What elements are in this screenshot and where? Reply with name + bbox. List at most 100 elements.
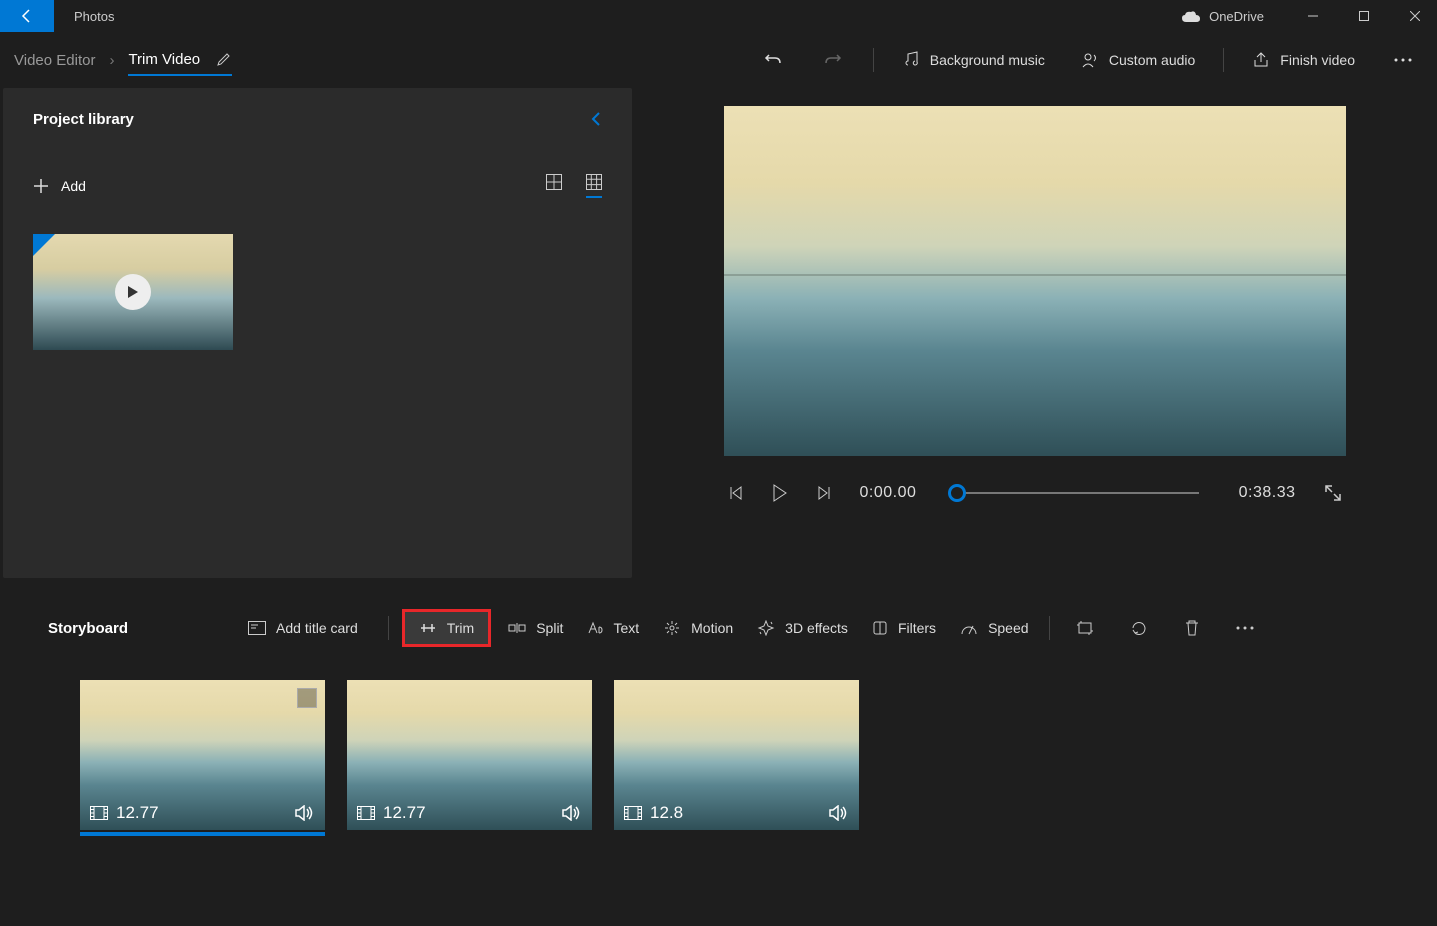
3d-effects-button[interactable]: 3D effects: [753, 612, 852, 644]
step-back-icon: [728, 485, 744, 501]
filters-button[interactable]: Filters: [868, 612, 940, 644]
separator: [388, 616, 389, 640]
redo-button[interactable]: [813, 40, 853, 80]
chevron-right-icon: ›: [109, 52, 114, 69]
back-button[interactable]: [0, 0, 54, 32]
motion-button[interactable]: Motion: [659, 612, 737, 644]
video-preview[interactable]: [724, 106, 1346, 456]
separator: [1223, 48, 1224, 72]
film-icon: [357, 806, 375, 820]
film-icon: [624, 806, 642, 820]
previous-frame-button[interactable]: [728, 485, 744, 501]
volume-icon[interactable]: [295, 805, 315, 821]
add-title-card-label: Add title card: [276, 620, 358, 636]
music-icon: [902, 51, 920, 69]
chevron-left-icon: [590, 110, 602, 128]
library-title: Project library: [33, 111, 134, 128]
custom-audio-label: Custom audio: [1109, 52, 1195, 68]
finish-video-label: Finish video: [1280, 52, 1355, 68]
redo-icon: [824, 51, 842, 69]
clip-duration: 12.8: [650, 803, 683, 823]
more-button[interactable]: [1383, 40, 1423, 80]
next-frame-button[interactable]: [816, 485, 832, 501]
player-controls: 0:00.00 0:38.33: [724, 484, 1346, 502]
bg-music-label: Background music: [930, 52, 1045, 68]
clip-footer: 12.77: [347, 796, 592, 830]
play-icon: [772, 484, 788, 502]
large-grid-view-button[interactable]: [546, 174, 562, 198]
separator: [1049, 616, 1050, 640]
play-icon: [127, 285, 139, 299]
clip-footer: 12.77: [80, 796, 325, 830]
background-music-button[interactable]: Background music: [894, 45, 1053, 75]
storyboard-clip[interactable]: 12.77: [80, 680, 325, 830]
undo-button[interactable]: [753, 40, 793, 80]
onedrive-label: OneDrive: [1209, 9, 1264, 24]
onedrive-status[interactable]: OneDrive: [1181, 9, 1264, 24]
text-label: Text: [613, 620, 639, 636]
resize-button[interactable]: [1066, 615, 1104, 641]
delete-button[interactable]: [1174, 613, 1210, 643]
pencil-icon: [216, 51, 232, 67]
trim-label: Trim: [447, 620, 474, 636]
trim-icon: [419, 621, 437, 635]
edit-name-button[interactable]: [216, 51, 232, 67]
cloud-icon: [1181, 10, 1201, 23]
clip-checkbox[interactable]: [297, 688, 317, 708]
storyboard-clip[interactable]: 12.8: [614, 680, 859, 830]
breadcrumb: Video Editor › Trim Video: [14, 45, 232, 76]
project-library-panel: Project library Add: [3, 88, 632, 578]
library-video-thumbnail[interactable]: [33, 234, 233, 350]
add-label: Add: [61, 178, 86, 194]
preview-panel: 0:00.00 0:38.33: [632, 88, 1437, 578]
collapse-library-button[interactable]: [590, 110, 602, 128]
add-media-button[interactable]: Add: [33, 178, 86, 194]
play-button[interactable]: [772, 484, 788, 502]
undo-icon: [764, 51, 782, 69]
minimize-button[interactable]: [1290, 0, 1335, 32]
speed-button[interactable]: Speed: [956, 612, 1032, 644]
clip-duration: 12.77: [383, 803, 426, 823]
toolbar: Video Editor › Trim Video Background mus…: [0, 32, 1437, 88]
fullscreen-button[interactable]: [1324, 484, 1342, 502]
text-button[interactable]: Text: [583, 612, 643, 644]
motion-label: Motion: [691, 620, 733, 636]
breadcrumb-root[interactable]: Video Editor: [14, 52, 95, 69]
close-button[interactable]: [1392, 0, 1437, 32]
volume-icon[interactable]: [829, 805, 849, 821]
arrow-left-icon: [19, 8, 35, 24]
storyboard-more-button[interactable]: [1226, 620, 1264, 636]
breadcrumb-current: Trim Video: [128, 51, 200, 68]
3d-effects-label: 3D effects: [785, 620, 848, 636]
maximize-button[interactable]: [1341, 0, 1386, 32]
storyboard-clips: 12.77 12.77 12.8: [0, 660, 1437, 850]
storyboard-toolbar: Storyboard Add title card Trim Split Tex…: [0, 596, 1437, 660]
small-grid-view-button[interactable]: [586, 174, 602, 198]
clip-footer: 12.8: [614, 796, 859, 830]
play-overlay-icon: [115, 274, 151, 310]
current-time: 0:00.00: [860, 484, 917, 502]
seek-bar[interactable]: [956, 492, 1198, 494]
trim-button[interactable]: Trim: [405, 612, 488, 644]
total-time: 0:38.33: [1239, 484, 1296, 502]
ellipsis-icon: [1394, 58, 1412, 62]
seek-thumb[interactable]: [948, 484, 966, 502]
grid-3x3-icon: [586, 174, 602, 190]
custom-audio-button[interactable]: Custom audio: [1073, 45, 1203, 75]
speed-label: Speed: [988, 620, 1028, 636]
split-label: Split: [536, 620, 563, 636]
split-button[interactable]: Split: [504, 612, 567, 644]
title-card-icon: [248, 621, 266, 635]
volume-icon[interactable]: [562, 805, 582, 821]
storyboard-clip[interactable]: 12.77: [347, 680, 592, 830]
expand-icon: [1324, 484, 1342, 502]
storyboard-title: Storyboard: [48, 620, 128, 637]
trash-icon: [1184, 619, 1200, 637]
filters-label: Filters: [898, 620, 936, 636]
add-title-card-button[interactable]: Add title card: [234, 612, 372, 644]
finish-video-button[interactable]: Finish video: [1244, 45, 1363, 75]
speed-icon: [960, 620, 978, 636]
separator: [873, 48, 874, 72]
sparkle-icon: [757, 620, 775, 636]
rotate-button[interactable]: [1120, 613, 1158, 643]
